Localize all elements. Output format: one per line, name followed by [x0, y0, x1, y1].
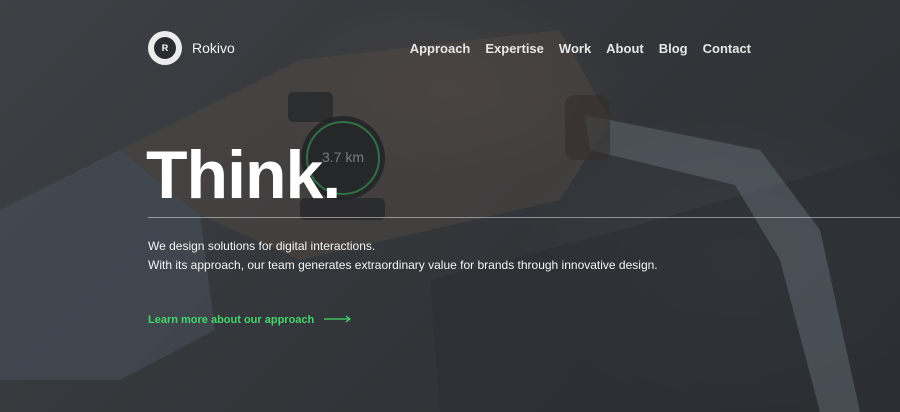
brand-logo[interactable]: R Rokivo	[148, 31, 235, 65]
hero-section: 3.7 km R Rokivo Approach Expertise Work …	[0, 0, 900, 412]
nav-approach[interactable]: Approach	[410, 41, 471, 56]
learn-more-link[interactable]: Learn more about our approach	[148, 314, 352, 326]
logo-letter: R	[154, 37, 176, 59]
hero-description-line-1: We design solutions for digital interact…	[148, 239, 376, 253]
hero-description-line-2: With its approach, our team generates ex…	[148, 258, 658, 272]
hero-description: We design solutions for digital interact…	[148, 237, 658, 275]
main-nav: Approach Expertise Work About Blog Conta…	[395, 41, 751, 56]
logo-mark-icon: R	[148, 31, 182, 65]
nav-contact[interactable]: Contact	[703, 41, 751, 56]
learn-more-label: Learn more about our approach	[148, 314, 315, 326]
brand-name: Rokivo	[192, 40, 235, 56]
nav-expertise[interactable]: Expertise	[485, 41, 544, 56]
hero-divider	[148, 217, 900, 218]
nav-work[interactable]: Work	[559, 41, 591, 56]
nav-blog[interactable]: Blog	[659, 41, 688, 56]
nav-about[interactable]: About	[606, 41, 644, 56]
hero-headline: Think.	[146, 137, 341, 213]
hero-overlay	[0, 0, 900, 412]
long-arrow-right-icon	[324, 314, 352, 326]
